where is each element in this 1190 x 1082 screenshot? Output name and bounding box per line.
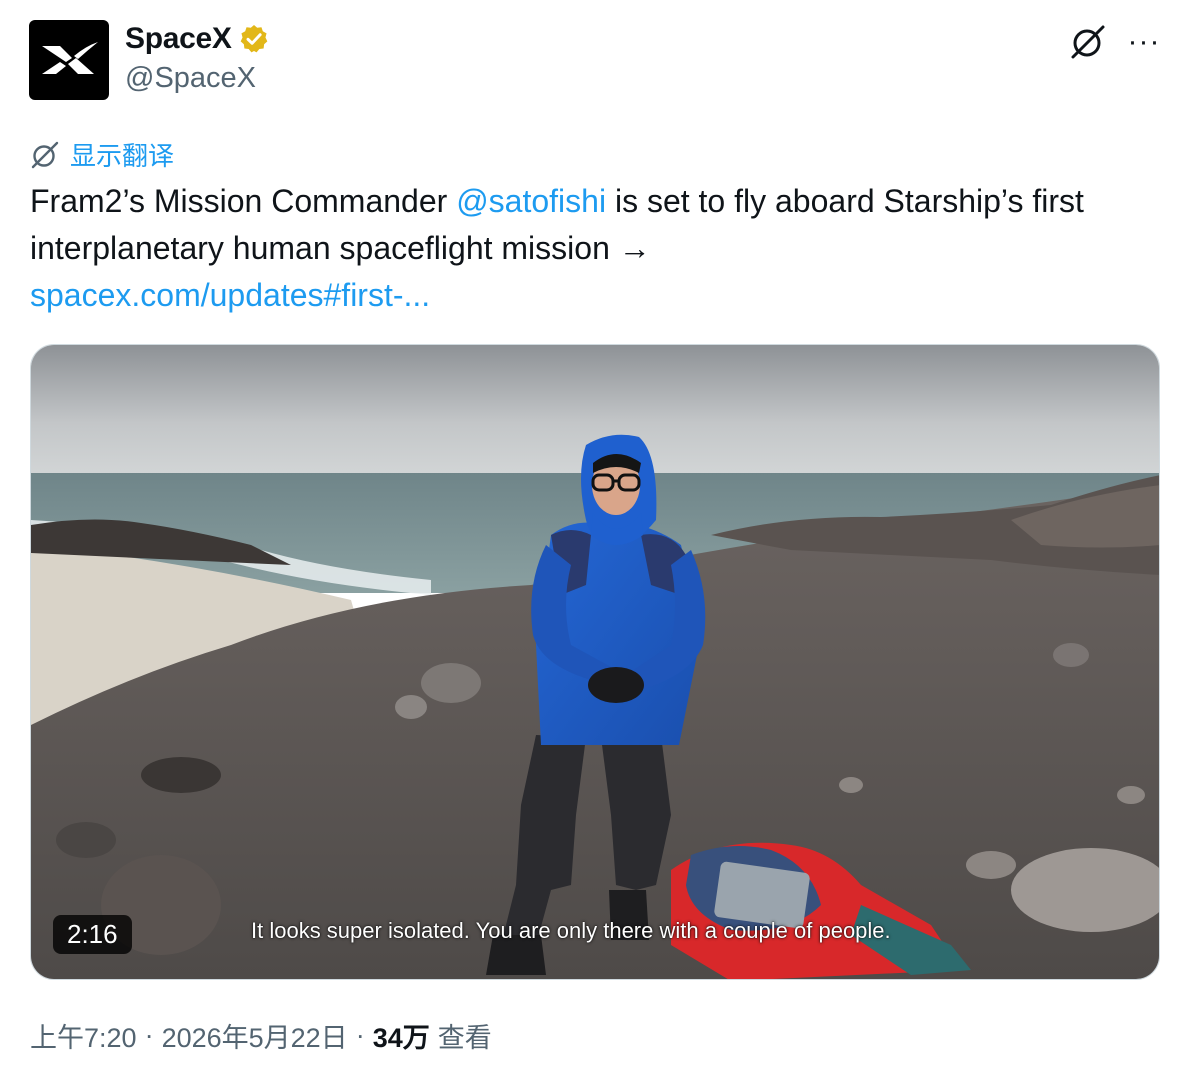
verified-badge-icon — [240, 25, 267, 53]
views-count[interactable]: 34万 — [373, 1016, 430, 1055]
meta-separator: · — [144, 1020, 154, 1050]
video-duration-badge: 2:16 — [53, 915, 132, 954]
video-thumbnail — [31, 345, 1159, 979]
display-name[interactable]: SpaceX — [125, 22, 232, 56]
tweet-metadata: 上午7:20 · 2026年5月22日 · 34万 查看 — [30, 1016, 492, 1055]
video-player[interactable]: 2:16 It looks super isolated. You are on… — [30, 344, 1160, 980]
grok-button[interactable] — [1066, 20, 1110, 64]
views-label: 查看 — [437, 1023, 492, 1053]
tweet-text: Fram2’s Mission Commander @satofishi is … — [30, 178, 1160, 319]
author-handle[interactable]: @SpaceX — [125, 62, 256, 95]
grok-icon — [1071, 25, 1105, 59]
tweet-card: SpaceX @SpaceX ··· 显示翻译 Fram2’s Mission … — [0, 0, 1190, 1082]
meta-separator: · — [355, 1020, 365, 1050]
mention-link[interactable]: @satofishi — [456, 183, 606, 219]
external-link[interactable]: spacex.com/updates#first-... — [30, 277, 430, 313]
translate-label: 显示翻译 — [70, 141, 175, 171]
tweet-text-part1: Fram2’s Mission Commander — [30, 183, 457, 219]
author-name-row[interactable]: SpaceX — [125, 22, 270, 56]
avatar[interactable] — [29, 20, 109, 100]
video-caption: It looks super isolated. You are only th… — [251, 918, 891, 943]
spacex-x-logo-icon — [42, 42, 98, 74]
more-options-button[interactable]: ··· — [1122, 22, 1166, 62]
tweet-date[interactable]: 2026年5月22日 — [162, 1016, 348, 1055]
show-translation-button[interactable]: 显示翻译 — [30, 136, 174, 173]
tweet-time[interactable]: 上午7:20 — [30, 1016, 137, 1055]
translate-icon — [31, 141, 59, 168]
